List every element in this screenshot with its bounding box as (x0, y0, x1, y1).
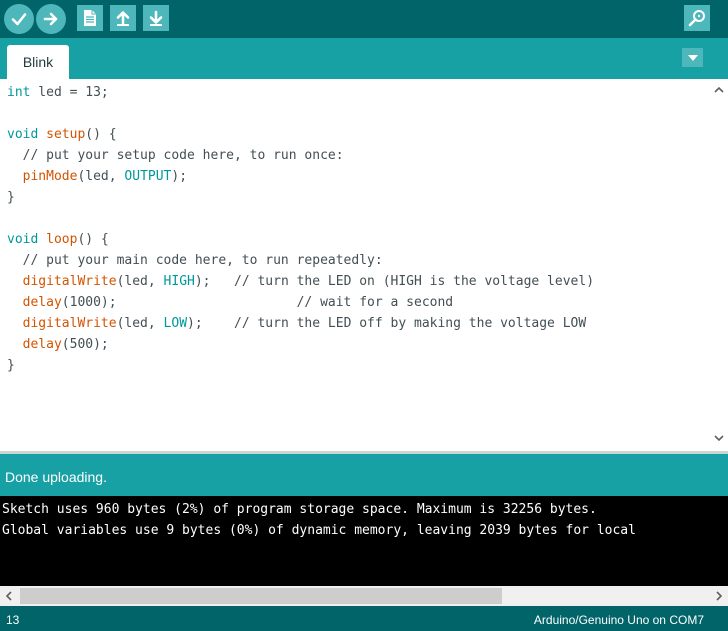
tab-blink[interactable]: Blink (7, 45, 69, 79)
code-line: delay(1000); // wait for a second (22, 295, 454, 310)
arrow-up-icon (116, 11, 130, 26)
console-output[interactable]: Sketch uses 960 bytes (2%) of program st… (0, 496, 728, 586)
upload-button[interactable] (36, 4, 66, 34)
scrollbar-thumb[interactable] (20, 588, 502, 604)
toolbar (0, 0, 728, 38)
chevron-down-icon[interactable] (714, 433, 724, 443)
console-line: Global variables use 9 bytes (0%) of dyn… (2, 523, 636, 538)
code-editor[interactable]: int led = 13; void setup() { // put your… (0, 79, 710, 451)
arrow-down-icon (149, 10, 163, 26)
code-line: // put your main code here, to run repea… (7, 253, 383, 268)
code-line: } (7, 358, 15, 373)
open-button[interactable] (110, 5, 136, 31)
code-line: } (7, 190, 15, 205)
tab-bar: Blink (0, 38, 728, 79)
console-horizontal-scrollbar[interactable] (0, 586, 728, 606)
chevron-right-icon[interactable] (714, 591, 724, 601)
code-line: // put your setup code here, to run once… (7, 148, 344, 163)
code-line: int led = 13; (7, 85, 109, 100)
serial-monitor-button[interactable] (684, 5, 710, 31)
code-line: void loop() { (7, 232, 109, 247)
code-line: pinMode(led, OUTPUT); (22, 169, 188, 184)
tab-menu-button[interactable] (682, 48, 703, 67)
chevron-down-icon (687, 54, 698, 61)
status-bar: Done uploading. (0, 454, 728, 496)
document-icon (84, 10, 96, 26)
chevron-up-icon[interactable] (714, 85, 724, 95)
footer-bar: 13 Arduino/Genuino Uno on COM7 (0, 606, 728, 631)
code-line: void setup() { (7, 127, 117, 142)
new-button[interactable] (77, 5, 103, 31)
status-message: Done uploading. (5, 469, 107, 485)
chevron-left-icon[interactable] (4, 591, 14, 601)
save-button[interactable] (143, 5, 169, 31)
arrow-right-icon (43, 12, 58, 26)
verify-button[interactable] (4, 4, 34, 34)
editor-vertical-scrollbar[interactable] (710, 79, 728, 451)
line-number: 13 (6, 613, 20, 627)
code-line: digitalWrite(led, HIGH); // turn the LED… (22, 274, 595, 289)
board-info: Arduino/Genuino Uno on COM7 (533, 613, 704, 627)
checkmark-icon (11, 13, 27, 26)
code-line: digitalWrite(led, LOW); // turn the LED … (22, 316, 587, 331)
code-line: delay(500); (22, 337, 109, 352)
tab-label: Blink (22, 54, 54, 70)
magnifier-icon (688, 10, 705, 27)
console-line: Sketch uses 960 bytes (2%) of program st… (2, 502, 597, 517)
